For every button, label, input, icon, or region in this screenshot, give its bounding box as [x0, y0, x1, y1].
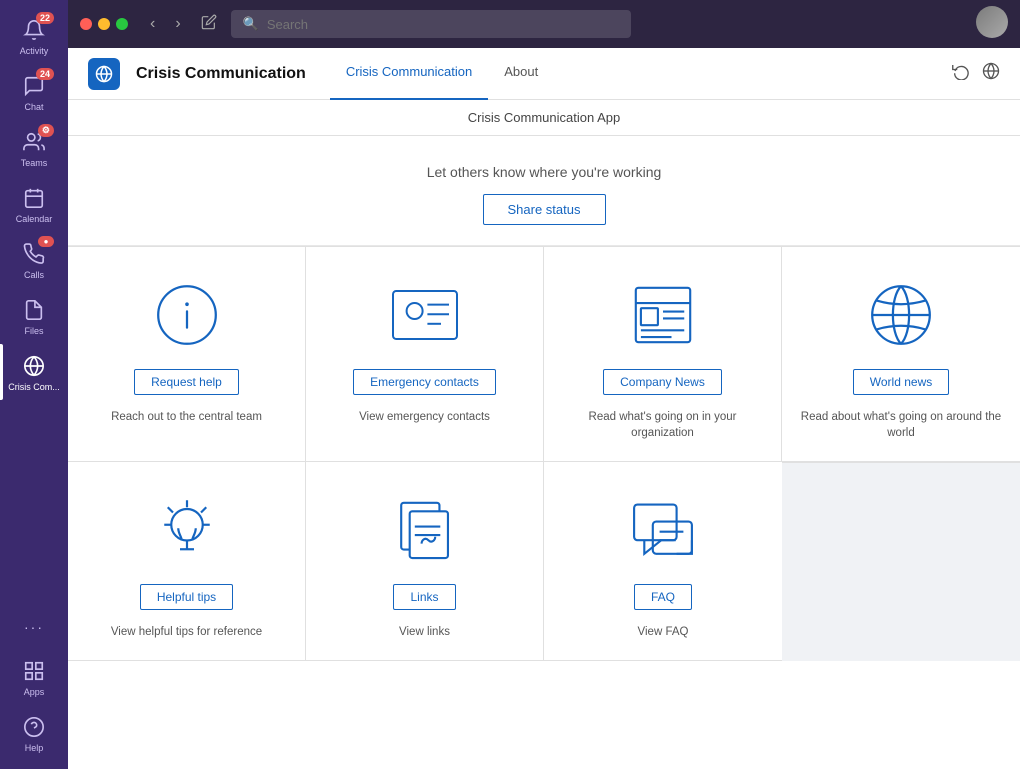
close-button[interactable]	[80, 18, 92, 30]
card-request-help[interactable]: Request help Reach out to the central te…	[68, 247, 306, 462]
back-button[interactable]: ‹	[144, 11, 161, 37]
help-icon	[20, 713, 48, 741]
share-status-button[interactable]: Share status	[483, 194, 606, 225]
card-empty	[782, 462, 1020, 661]
emergency-contacts-desc: View emergency contacts	[359, 409, 490, 425]
request-help-button[interactable]: Request help	[134, 369, 239, 395]
search-bar[interactable]: 🔍	[231, 10, 631, 38]
sidebar-item-more[interactable]: ···	[0, 605, 68, 649]
crisis-label: Crisis Com...	[8, 382, 60, 392]
files-label: Files	[24, 326, 43, 336]
company-news-button[interactable]: Company News	[603, 369, 722, 395]
title-bar-right	[976, 6, 1008, 43]
sidebar-item-files[interactable]: Files	[0, 288, 68, 344]
main-area: ‹ › 🔍 Crisis Communication Crisis Com	[68, 0, 1020, 769]
refresh-button[interactable]	[952, 62, 970, 85]
status-section: Let others know where you're working Sha…	[68, 136, 1020, 246]
compose-button[interactable]	[195, 10, 223, 39]
search-input[interactable]	[267, 17, 619, 32]
files-icon	[20, 296, 48, 324]
helpful-tips-icon	[152, 490, 222, 570]
card-helpful-tips[interactable]: Helpful tips View helpful tips for refer…	[68, 462, 306, 661]
app-header: Crisis Communication Crisis Communicatio…	[68, 48, 1020, 100]
teams-badge: ⚙	[38, 124, 54, 137]
content: Crisis Communication App Let others know…	[68, 100, 1020, 769]
sidebar-item-apps[interactable]: Apps	[0, 649, 68, 705]
chat-badge: 24	[36, 68, 54, 80]
sidebar-item-activity[interactable]: 22 Activity	[0, 8, 68, 64]
popout-button[interactable]	[982, 62, 1000, 85]
emergency-contacts-icon	[389, 275, 461, 355]
request-help-desc: Reach out to the central team	[111, 409, 262, 425]
minimize-button[interactable]	[98, 18, 110, 30]
helpful-tips-button[interactable]: Helpful tips	[140, 584, 233, 610]
card-links[interactable]: Links View links	[306, 462, 544, 661]
app-icon	[88, 58, 120, 90]
header-right-icons	[952, 62, 1000, 85]
company-news-icon	[629, 275, 697, 355]
app-title: Crisis Communication	[136, 65, 306, 83]
search-icon: 🔍	[243, 16, 259, 32]
status-text: Let others know where you're working	[88, 164, 1000, 180]
helpful-tips-desc: View helpful tips for reference	[111, 624, 262, 640]
avatar[interactable]	[976, 6, 1008, 38]
world-news-icon	[865, 275, 937, 355]
teams-icon: ⚙	[20, 128, 48, 156]
links-button[interactable]: Links	[393, 584, 455, 610]
sidebar-item-chat[interactable]: 24 Chat	[0, 64, 68, 120]
calendar-label: Calendar	[16, 214, 53, 224]
links-icon	[391, 490, 459, 570]
faq-button[interactable]: FAQ	[634, 584, 692, 610]
sidebar: 22 Activity 24 Chat ⚙ Teams	[0, 0, 68, 769]
forward-button[interactable]: ›	[169, 11, 186, 37]
tab-crisis-communication[interactable]: Crisis Communication	[330, 46, 488, 101]
activity-badge: 22	[36, 12, 54, 24]
request-help-icon	[151, 275, 223, 355]
help-label: Help	[25, 743, 44, 753]
calls-label: Calls	[24, 270, 44, 280]
apps-icon	[20, 657, 48, 685]
sidebar-item-calls[interactable]: ● Calls	[0, 232, 68, 288]
app-bar-title: Crisis Communication App	[468, 110, 620, 125]
sidebar-item-teams[interactable]: ⚙ Teams	[0, 120, 68, 176]
cards-row-1: Request help Reach out to the central te…	[68, 246, 1020, 462]
content-inner: Crisis Communication App Let others know…	[68, 100, 1020, 769]
faq-icon	[629, 490, 697, 570]
card-emergency-contacts[interactable]: Emergency contacts View emergency contac…	[306, 247, 544, 462]
crisis-icon	[20, 352, 48, 380]
sidebar-item-calendar[interactable]: Calendar	[0, 176, 68, 232]
faq-desc: View FAQ	[638, 624, 689, 640]
company-news-desc: Read what's going on in your organizatio…	[560, 409, 765, 441]
title-bar: ‹ › 🔍	[68, 0, 1020, 48]
activity-icon: 22	[20, 16, 48, 44]
app-bar: Crisis Communication App	[68, 100, 1020, 136]
card-faq[interactable]: FAQ View FAQ	[544, 462, 782, 661]
world-news-button[interactable]: World news	[853, 369, 949, 395]
sidebar-item-crisis[interactable]: Crisis Com...	[0, 344, 68, 400]
tab-about[interactable]: About	[488, 46, 554, 101]
chat-label: Chat	[24, 102, 43, 112]
sidebar-item-help[interactable]: Help	[0, 705, 68, 761]
chat-icon: 24	[20, 72, 48, 100]
more-icon: ···	[20, 613, 48, 641]
activity-label: Activity	[20, 46, 49, 56]
emergency-contacts-button[interactable]: Emergency contacts	[353, 369, 496, 395]
calls-icon: ●	[20, 240, 48, 268]
calls-badge: ●	[38, 236, 54, 247]
cards-row-2: Helpful tips View helpful tips for refer…	[68, 462, 1020, 661]
card-company-news[interactable]: Company News Read what's going on in you…	[544, 247, 782, 462]
maximize-button[interactable]	[116, 18, 128, 30]
calendar-icon	[20, 184, 48, 212]
apps-label: Apps	[24, 687, 45, 697]
traffic-lights	[80, 18, 128, 30]
world-news-desc: Read about what's going on around the wo…	[798, 409, 1004, 441]
card-world-news[interactable]: World news Read about what's going on ar…	[782, 247, 1020, 462]
links-desc: View links	[399, 624, 450, 640]
app-tabs: Crisis Communication About	[330, 46, 554, 101]
teams-label: Teams	[21, 158, 48, 168]
